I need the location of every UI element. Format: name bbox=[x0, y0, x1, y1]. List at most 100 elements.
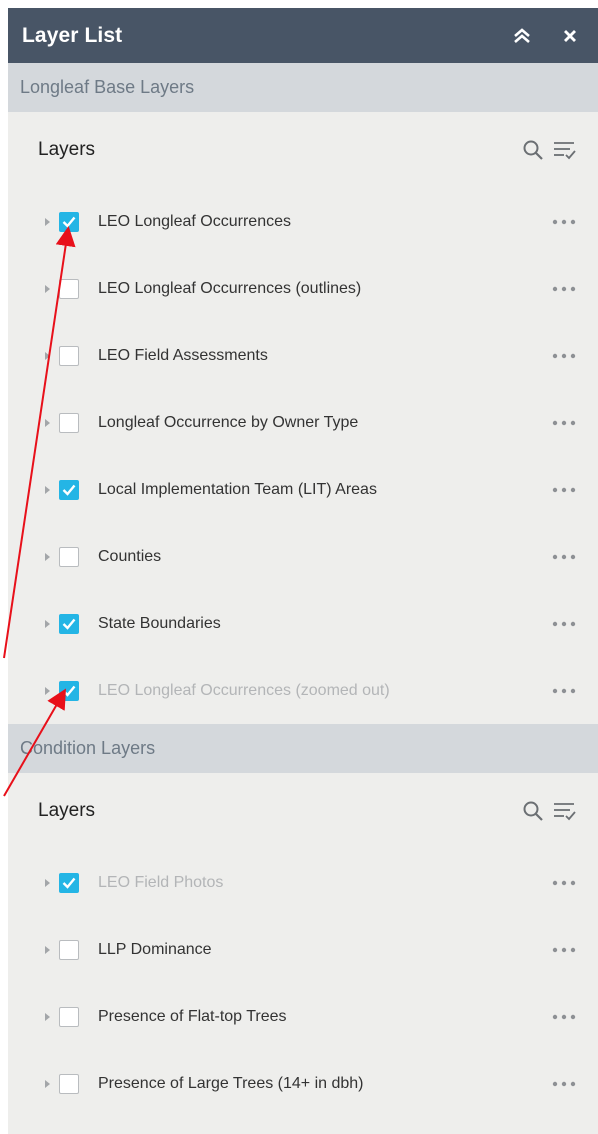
layer-options-button[interactable] bbox=[550, 279, 578, 299]
caret-right-icon bbox=[45, 552, 50, 561]
caret-right-icon bbox=[45, 217, 50, 226]
expand-toggle[interactable] bbox=[41, 483, 55, 497]
more-dots-icon bbox=[552, 621, 576, 626]
double-chevron-up-icon bbox=[514, 27, 530, 43]
layer-row: LEO Longleaf Occurrences (zoomed out) bbox=[8, 657, 598, 724]
more-dots-icon bbox=[552, 286, 576, 291]
more-dots-icon bbox=[552, 554, 576, 559]
layer-row: Presence of Large Trees (14+ in dbh) bbox=[8, 1050, 598, 1117]
layer-label: Presence of Large Trees (14+ in dbh) bbox=[98, 1074, 364, 1092]
layer-options-button[interactable] bbox=[550, 940, 578, 960]
layer-label: LLP Dominance bbox=[98, 940, 212, 958]
filter-button[interactable] bbox=[552, 798, 578, 824]
caret-right-icon bbox=[45, 284, 50, 293]
layer-groups: Longleaf Base Layers Layers LEO Longleaf… bbox=[8, 63, 598, 1117]
group-header[interactable]: Longleaf Base Layers bbox=[8, 63, 598, 112]
expand-toggle[interactable] bbox=[41, 282, 55, 296]
expand-toggle[interactable] bbox=[41, 1010, 55, 1024]
layer-label: Presence of Flat-top Trees bbox=[98, 1007, 287, 1025]
layer-checkbox[interactable] bbox=[59, 1073, 79, 1094]
layers-title: Layers bbox=[38, 800, 96, 821]
layer-checkbox[interactable] bbox=[59, 278, 79, 299]
group-header-label: Condition Layers bbox=[20, 738, 156, 758]
layer-options-button[interactable] bbox=[550, 413, 578, 433]
panel-title: Layer List bbox=[22, 23, 123, 47]
layers-header: Layers bbox=[8, 773, 598, 849]
search-button[interactable] bbox=[520, 137, 546, 163]
expand-toggle[interactable] bbox=[41, 1077, 55, 1091]
layer-row: Counties bbox=[8, 523, 598, 590]
more-dots-icon bbox=[552, 420, 576, 425]
layer-label: LEO Field Assessments bbox=[98, 346, 268, 364]
layer-checkbox[interactable] bbox=[59, 613, 79, 634]
more-dots-icon bbox=[552, 1014, 576, 1019]
caret-right-icon bbox=[45, 686, 50, 695]
layer-checkbox[interactable] bbox=[59, 345, 79, 366]
layer-options-button[interactable] bbox=[550, 212, 578, 232]
layer-checkbox[interactable] bbox=[59, 939, 79, 960]
more-dots-icon bbox=[552, 353, 576, 358]
layer-checkbox[interactable] bbox=[59, 1006, 79, 1027]
layer-label: LEO Longleaf Occurrences bbox=[98, 212, 291, 230]
expand-toggle[interactable] bbox=[41, 876, 55, 890]
expand-toggle[interactable] bbox=[41, 416, 55, 430]
expand-toggle[interactable] bbox=[41, 550, 55, 564]
layer-options-button[interactable] bbox=[550, 480, 578, 500]
caret-right-icon bbox=[45, 1012, 50, 1021]
layer-row: LEO Field Photos bbox=[8, 849, 598, 916]
layer-checkbox[interactable] bbox=[59, 872, 79, 893]
checkmark-icon bbox=[62, 877, 76, 889]
filter-button[interactable] bbox=[552, 137, 578, 163]
more-dots-icon bbox=[552, 688, 576, 693]
expand-toggle[interactable] bbox=[41, 349, 55, 363]
layer-row: LEO Longleaf Occurrences bbox=[8, 188, 598, 255]
collapse-button[interactable] bbox=[508, 22, 536, 50]
layer-options-button[interactable] bbox=[550, 1007, 578, 1027]
group-header[interactable]: Condition Layers bbox=[8, 724, 598, 773]
caret-right-icon bbox=[45, 878, 50, 887]
group-body: Layers bbox=[8, 112, 598, 724]
caret-right-icon bbox=[45, 619, 50, 628]
caret-right-icon bbox=[45, 351, 50, 360]
layer-group: Longleaf Base Layers Layers LEO Longleaf… bbox=[8, 63, 598, 724]
layer-checkbox[interactable] bbox=[59, 680, 79, 701]
layer-label: Longleaf Occurrence by Owner Type bbox=[98, 413, 359, 431]
expand-toggle[interactable] bbox=[41, 943, 55, 957]
layer-options-button[interactable] bbox=[550, 346, 578, 366]
layer-label: LEO Longleaf Occurrences (zoomed out) bbox=[98, 681, 390, 699]
close-button[interactable] bbox=[556, 22, 584, 50]
layer-checkbox[interactable] bbox=[59, 211, 79, 232]
checkmark-icon bbox=[62, 685, 76, 697]
layer-options-button[interactable] bbox=[550, 547, 578, 567]
expand-toggle[interactable] bbox=[41, 684, 55, 698]
layer-row: LEO Longleaf Occurrences (outlines) bbox=[8, 255, 598, 322]
layer-row: Presence of Flat-top Trees bbox=[8, 983, 598, 1050]
search-icon bbox=[523, 801, 543, 821]
search-icon bbox=[523, 140, 543, 160]
close-icon bbox=[564, 29, 576, 42]
search-button[interactable] bbox=[520, 798, 546, 824]
panel-title-bar: Layer List bbox=[8, 8, 598, 63]
more-dots-icon bbox=[552, 947, 576, 952]
layer-checkbox[interactable] bbox=[59, 479, 79, 500]
caret-right-icon bbox=[45, 945, 50, 954]
filter-list-icon bbox=[554, 142, 576, 160]
expand-toggle[interactable] bbox=[41, 617, 55, 631]
caret-right-icon bbox=[45, 485, 50, 494]
expand-toggle[interactable] bbox=[41, 215, 55, 229]
layer-checkbox[interactable] bbox=[59, 546, 79, 567]
layers-title: Layers bbox=[38, 139, 96, 160]
more-dots-icon bbox=[552, 880, 576, 885]
layer-checkbox[interactable] bbox=[59, 412, 79, 433]
layer-options-button[interactable] bbox=[550, 681, 578, 701]
caret-right-icon bbox=[45, 1079, 50, 1088]
layer-options-button[interactable] bbox=[550, 614, 578, 634]
layer-group: Condition Layers Layers LEO Field Photos… bbox=[8, 724, 598, 1117]
layer-options-button[interactable] bbox=[550, 1074, 578, 1094]
checkmark-icon bbox=[62, 216, 76, 228]
caret-right-icon bbox=[45, 418, 50, 427]
layer-options-button[interactable] bbox=[550, 873, 578, 893]
more-dots-icon bbox=[552, 1081, 576, 1086]
layer-row: State Boundaries bbox=[8, 590, 598, 657]
layer-row: LEO Field Assessments bbox=[8, 322, 598, 389]
